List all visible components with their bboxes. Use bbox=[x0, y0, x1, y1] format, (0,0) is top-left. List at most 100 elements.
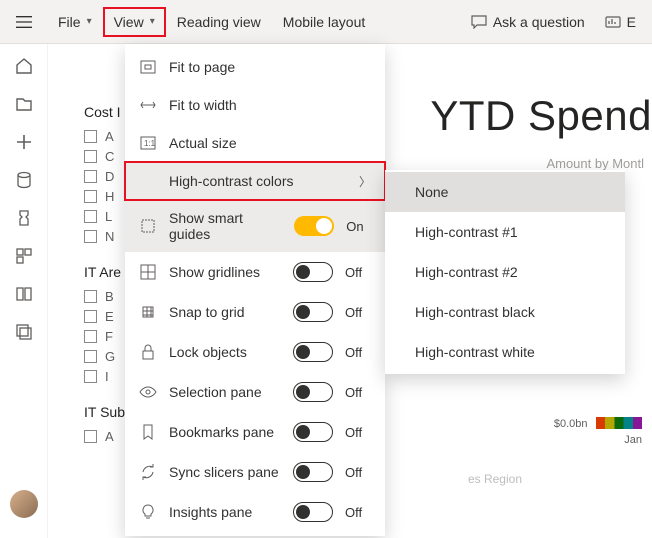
slicer-label: C bbox=[105, 149, 114, 164]
reading-view-button[interactable]: Reading view bbox=[167, 8, 271, 36]
fit-to-page-item[interactable]: Fit to page bbox=[125, 48, 385, 86]
gridlines-item[interactable]: Show gridlines Off bbox=[125, 252, 385, 292]
slicer-label: B bbox=[105, 289, 114, 304]
high-contrast-item[interactable]: High-contrast colors 〉 bbox=[125, 162, 385, 200]
toggle-switch[interactable] bbox=[293, 462, 333, 482]
checkbox[interactable] bbox=[84, 310, 97, 323]
toggle-switch[interactable] bbox=[294, 216, 334, 236]
data-hub-icon[interactable] bbox=[14, 170, 34, 190]
menu-label: Show smart guides bbox=[169, 210, 282, 242]
toggle-switch[interactable] bbox=[293, 342, 333, 362]
checkbox[interactable] bbox=[84, 130, 97, 143]
gridlines-icon bbox=[139, 263, 157, 281]
checkbox[interactable] bbox=[84, 190, 97, 203]
actual-size-item[interactable]: 1:1 Actual size bbox=[125, 124, 385, 162]
toggle-switch[interactable] bbox=[293, 502, 333, 522]
slicer-label: F bbox=[105, 329, 113, 344]
menu-label: Actual size bbox=[169, 135, 371, 151]
learn-icon[interactable] bbox=[14, 284, 34, 304]
lock-icon bbox=[139, 343, 157, 361]
checkbox[interactable] bbox=[84, 430, 97, 443]
slicer-label: D bbox=[105, 169, 114, 184]
checkbox[interactable] bbox=[84, 150, 97, 163]
checkbox[interactable] bbox=[84, 350, 97, 363]
menu-label: Insights pane bbox=[169, 504, 281, 520]
page-title: YTD Spend bbox=[430, 92, 652, 140]
region-label: es Region bbox=[468, 472, 522, 486]
snap-icon bbox=[139, 303, 157, 321]
contrast-hc2[interactable]: High-contrast #2 bbox=[385, 252, 625, 292]
browse-icon[interactable] bbox=[14, 94, 34, 114]
apps-icon[interactable] bbox=[14, 246, 34, 266]
legend-value: $0.0bn bbox=[554, 418, 588, 430]
contrast-black[interactable]: High-contrast black bbox=[385, 292, 625, 332]
checkbox[interactable] bbox=[84, 290, 97, 303]
high-contrast-submenu: None High-contrast #1 High-contrast #2 H… bbox=[385, 170, 625, 374]
actual-size-icon: 1:1 bbox=[139, 134, 157, 152]
create-icon[interactable] bbox=[14, 132, 34, 152]
snap-to-grid-item[interactable]: Snap to grid Off bbox=[125, 292, 385, 332]
svg-text:1:1: 1:1 bbox=[144, 139, 156, 148]
view-label: View bbox=[114, 14, 144, 30]
menu-label: Snap to grid bbox=[169, 304, 281, 320]
contrast-white[interactable]: High-contrast white bbox=[385, 332, 625, 372]
checkbox[interactable] bbox=[84, 370, 97, 383]
chevron-right-icon: 〉 bbox=[359, 173, 371, 190]
fit-width-icon bbox=[139, 96, 157, 114]
hamburger-menu-button[interactable] bbox=[8, 7, 40, 37]
selection-pane-item[interactable]: Selection pane Off bbox=[125, 372, 385, 412]
toggle-switch[interactable] bbox=[293, 302, 333, 322]
sync-icon bbox=[139, 463, 157, 481]
explore-button[interactable]: E bbox=[597, 8, 644, 36]
checkbox[interactable] bbox=[84, 170, 97, 183]
chevron-down-icon: ▾ bbox=[87, 16, 92, 27]
left-nav-rail bbox=[0, 44, 48, 538]
fit-to-width-item[interactable]: Fit to width bbox=[125, 86, 385, 124]
mobile-layout-label: Mobile layout bbox=[283, 14, 366, 30]
file-label: File bbox=[58, 14, 81, 30]
bookmarks-pane-item[interactable]: Bookmarks pane Off bbox=[125, 412, 385, 452]
toggle-state: Off bbox=[345, 425, 371, 440]
mobile-layout-button[interactable]: Mobile layout bbox=[273, 8, 376, 36]
toggle-state: Off bbox=[345, 265, 371, 280]
slicer-label: H bbox=[105, 189, 114, 204]
legend-month: Jan bbox=[554, 434, 642, 446]
toggle-switch[interactable] bbox=[293, 262, 333, 282]
slicer-label: I bbox=[105, 369, 109, 384]
guides-icon bbox=[139, 217, 157, 235]
slicer-label: E bbox=[105, 309, 114, 324]
toggle-state: Off bbox=[345, 505, 371, 520]
sync-slicers-item[interactable]: Sync slicers pane Off bbox=[125, 452, 385, 492]
contrast-hc1[interactable]: High-contrast #1 bbox=[385, 212, 625, 252]
toggle-switch[interactable] bbox=[293, 382, 333, 402]
toggle-state: Off bbox=[345, 385, 371, 400]
avatar[interactable] bbox=[10, 490, 38, 518]
file-menu-button[interactable]: File ▾ bbox=[48, 8, 102, 36]
menu-label: Fit to page bbox=[169, 59, 371, 75]
fit-page-icon bbox=[139, 58, 157, 76]
checkbox[interactable] bbox=[84, 210, 97, 223]
view-menu-dropdown: Fit to page Fit to width 1:1 Actual size… bbox=[125, 44, 385, 536]
slicer-label: A bbox=[105, 429, 114, 444]
slicer-label: L bbox=[105, 209, 112, 224]
contrast-none[interactable]: None bbox=[385, 172, 625, 212]
menu-label: High-contrast colors bbox=[169, 173, 347, 189]
toggle-state: Off bbox=[345, 345, 371, 360]
slicer-label: G bbox=[105, 349, 115, 364]
menu-label: Fit to width bbox=[169, 97, 371, 113]
home-icon[interactable] bbox=[14, 56, 34, 76]
checkbox[interactable] bbox=[84, 230, 97, 243]
eye-icon bbox=[139, 383, 157, 401]
smart-guides-item[interactable]: Show smart guides On bbox=[125, 200, 385, 252]
workspaces-icon[interactable] bbox=[14, 322, 34, 342]
checkbox[interactable] bbox=[84, 330, 97, 343]
menu-label: Lock objects bbox=[169, 344, 281, 360]
page-subtitle: Amount by Montl bbox=[546, 156, 644, 171]
reading-view-label: Reading view bbox=[177, 14, 261, 30]
toggle-switch[interactable] bbox=[293, 422, 333, 442]
insights-pane-item[interactable]: Insights pane Off bbox=[125, 492, 385, 532]
lock-objects-item[interactable]: Lock objects Off bbox=[125, 332, 385, 372]
metrics-icon[interactable] bbox=[14, 208, 34, 228]
view-menu-button[interactable]: View ▾ bbox=[104, 8, 165, 36]
ask-question-button[interactable]: Ask a question bbox=[463, 8, 593, 36]
